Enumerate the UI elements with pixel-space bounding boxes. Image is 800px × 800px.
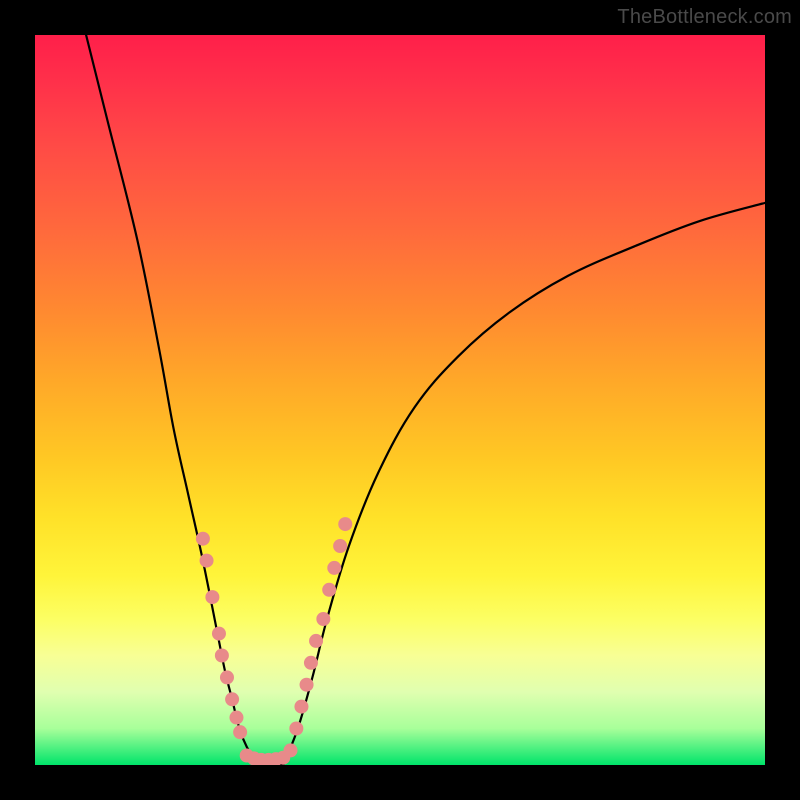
- plot-area: [35, 35, 765, 765]
- marker-dot: [304, 656, 318, 670]
- marker-dot: [212, 627, 226, 641]
- marker-dot: [322, 583, 336, 597]
- watermark-text: TheBottleneck.com: [617, 6, 792, 29]
- marker-dot: [220, 670, 234, 684]
- marker-dot: [333, 539, 347, 553]
- marker-dot: [309, 634, 323, 648]
- marker-dot: [289, 722, 303, 736]
- marker-dot: [338, 517, 352, 531]
- curve-left-curve: [86, 35, 261, 765]
- curve-right-curve: [283, 203, 765, 765]
- chart-frame: TheBottleneck.com: [0, 0, 800, 800]
- marker-dot: [233, 725, 247, 739]
- marker-dot: [229, 711, 243, 725]
- curves-layer: [35, 35, 765, 765]
- marker-dot: [300, 678, 314, 692]
- marker-dot: [225, 692, 239, 706]
- marker-dot: [196, 532, 210, 546]
- marker-dot: [200, 554, 214, 568]
- marker-dot: [294, 700, 308, 714]
- curve-group: [86, 35, 765, 765]
- marker-dot: [327, 561, 341, 575]
- marker-dot: [316, 612, 330, 626]
- marker-dot: [284, 743, 298, 757]
- marker-dot: [215, 649, 229, 663]
- marker-dot: [205, 590, 219, 604]
